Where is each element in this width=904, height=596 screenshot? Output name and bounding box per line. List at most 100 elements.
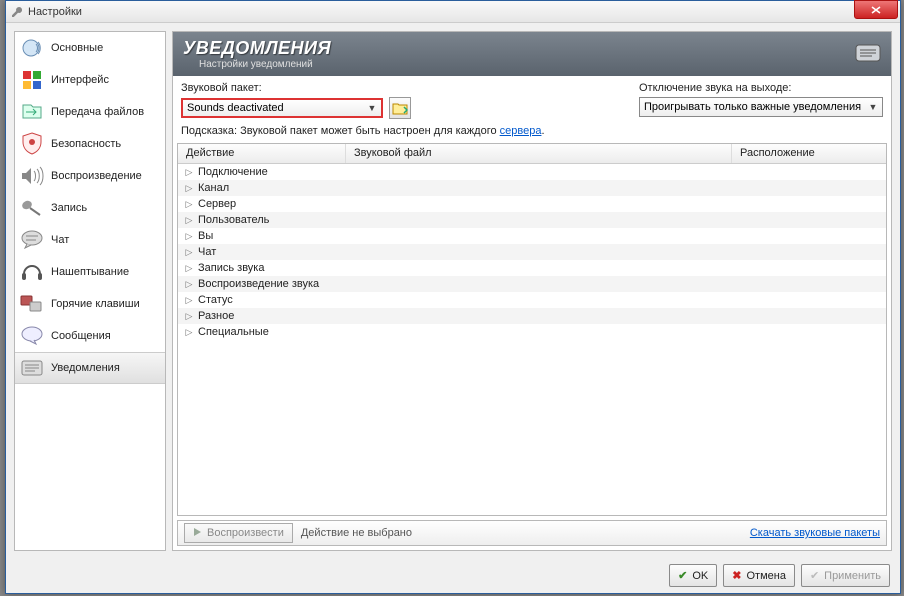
microphone-icon xyxy=(19,195,45,221)
transfer-icon xyxy=(19,99,45,125)
table-header: Действие Звуковой файл Расположение xyxy=(178,144,886,164)
sidebar-item-capture[interactable]: Запись xyxy=(15,192,165,224)
col-action[interactable]: Действие xyxy=(178,144,346,163)
play-label: Воспроизвести xyxy=(207,527,284,539)
sidebar-item-messages[interactable]: Сообщения xyxy=(15,320,165,352)
no-action-text: Действие не выбрано xyxy=(301,527,412,539)
sidebar-item-label: Интерфейс xyxy=(51,74,109,86)
table-row[interactable]: ▷ Подключение xyxy=(178,164,886,180)
expand-icon[interactable]: ▷ xyxy=(184,231,194,241)
expand-icon[interactable]: ▷ xyxy=(184,215,194,225)
expand-icon[interactable]: ▷ xyxy=(184,183,194,193)
row-label: Чат xyxy=(198,246,216,258)
play-icon xyxy=(193,527,203,540)
chevron-down-icon: ▼ xyxy=(365,103,379,113)
sidebar-item-label: Безопасность xyxy=(51,138,121,150)
table-row[interactable]: ▷ Вы xyxy=(178,228,886,244)
table-row[interactable]: ▷ Статус xyxy=(178,292,886,308)
table-row[interactable]: ▷ Канал xyxy=(178,180,886,196)
sidebar-item-label: Запись xyxy=(51,202,87,214)
message-bubble-icon xyxy=(19,323,45,349)
table-row[interactable]: ▷Пользователь xyxy=(178,212,886,228)
ok-button[interactable]: ✔OK xyxy=(669,564,717,587)
shield-icon xyxy=(19,131,45,157)
table-row[interactable]: ▷ Специальные xyxy=(178,324,886,340)
check-icon: ✔ xyxy=(810,569,819,582)
sound-pack-label: Звуковой пакет: xyxy=(181,82,411,94)
dialog-buttons: ✔OK ✖Отмена ✔Применить xyxy=(669,564,890,587)
hotkeys-icon xyxy=(19,291,45,317)
cross-icon: ✖ xyxy=(732,569,741,582)
notification-header-icon xyxy=(855,44,881,64)
row-label: Запись звука xyxy=(198,262,264,274)
col-file[interactable]: Звуковой файл xyxy=(346,144,732,163)
open-sound-folder-button[interactable] xyxy=(389,97,411,119)
sidebar-item-whisper[interactable]: Нашептывание xyxy=(15,256,165,288)
headset-icon xyxy=(19,259,45,285)
row-label: Специальные xyxy=(198,326,269,338)
col-location[interactable]: Расположение xyxy=(732,144,886,163)
table-row[interactable]: ▷ Разное xyxy=(178,308,886,324)
table-row[interactable]: ▷ Чат xyxy=(178,244,886,260)
sidebar-item-general[interactable]: Основные xyxy=(15,32,165,64)
sidebar-item-label: Сообщения xyxy=(51,330,111,342)
sidebar-item-label: Чат xyxy=(51,234,69,246)
sound-pack-value: Sounds deactivated xyxy=(187,102,284,114)
sidebar-item-interface[interactable]: Интерфейс xyxy=(15,64,165,96)
window-title: Настройки xyxy=(28,6,82,18)
expand-icon[interactable]: ▷ xyxy=(184,279,194,289)
mute-on-exit-combo[interactable]: Проигрывать только важные уведомления ▼ xyxy=(639,97,883,117)
sidebar-item-hotkeys[interactable]: Горячие клавиши xyxy=(15,288,165,320)
speaker-icon xyxy=(19,163,45,189)
play-button[interactable]: Воспроизвести xyxy=(184,523,293,543)
hint-text: Подсказка: Звуковой пакет может быть нас… xyxy=(173,123,891,143)
page-subtitle: Настройки уведомлений xyxy=(199,59,331,70)
actions-table: Действие Звуковой файл Расположение ▷ Под… xyxy=(177,143,887,516)
expand-icon[interactable]: ▷ xyxy=(184,327,194,337)
chat-bubble-icon xyxy=(19,227,45,253)
sidebar-item-security[interactable]: Безопасность xyxy=(15,128,165,160)
sound-pack-combo[interactable]: Sounds deactivated ▼ xyxy=(181,98,383,118)
sidebar-item-notifications[interactable]: Уведомления xyxy=(15,352,165,384)
sidebar-item-filetransfer[interactable]: Передача файлов xyxy=(15,96,165,128)
apply-button[interactable]: ✔Применить xyxy=(801,564,890,587)
titlebar[interactable]: Настройки xyxy=(6,1,900,23)
mute-on-exit-value: Проигрывать только важные уведомления xyxy=(644,101,861,113)
expand-icon[interactable]: ▷ xyxy=(184,199,194,209)
page-title: УВЕДОМЛЕНИЯ xyxy=(183,38,331,59)
chevron-down-icon: ▼ xyxy=(866,102,880,112)
close-button[interactable] xyxy=(854,0,898,19)
table-row[interactable]: ▷ Запись звука xyxy=(178,260,886,276)
download-packs-link[interactable]: Скачать звуковые пакеты xyxy=(750,527,880,539)
notification-lines-icon xyxy=(19,355,45,381)
expand-icon[interactable]: ▷ xyxy=(184,311,194,321)
expand-icon[interactable]: ▷ xyxy=(184,247,194,257)
expand-icon[interactable]: ▷ xyxy=(184,263,194,273)
settings-window: Настройки Основные Интерфейс Передача фа… xyxy=(5,0,901,594)
row-label: Канал xyxy=(198,182,229,194)
expand-icon[interactable]: ▷ xyxy=(184,295,194,305)
row-label: Статус xyxy=(198,294,233,306)
sidebar-item-label: Горячие клавиши xyxy=(51,298,140,310)
cancel-button[interactable]: ✖Отмена xyxy=(723,564,795,587)
table-row[interactable]: ▷Воспроизведение звука xyxy=(178,276,886,292)
row-label: Разное xyxy=(198,310,234,322)
globe-speaker-icon xyxy=(19,35,45,61)
wrench-icon xyxy=(10,5,24,19)
sidebar-item-label: Воспроизведение xyxy=(51,170,142,182)
sidebar-item-label: Передача файлов xyxy=(51,106,144,118)
sidebar-item-playback[interactable]: Воспроизведение xyxy=(15,160,165,192)
server-link[interactable]: сервера xyxy=(500,125,542,137)
sidebar-item-label: Уведомления xyxy=(51,362,120,374)
controls-row: Звуковой пакет: Sounds deactivated ▼ xyxy=(173,76,891,123)
expand-icon[interactable]: ▷ xyxy=(184,167,194,177)
row-label: Вы xyxy=(198,230,213,242)
row-label: Сервер xyxy=(198,198,236,210)
table-row[interactable]: ▷ Сервер xyxy=(178,196,886,212)
bottom-bar: Воспроизвести Действие не выбрано Скачат… xyxy=(177,520,887,546)
sidebar: Основные Интерфейс Передача файлов Безоп… xyxy=(14,31,166,551)
row-label: Подключение xyxy=(198,166,268,178)
window-body: Основные Интерфейс Передача файлов Безоп… xyxy=(6,23,900,593)
sidebar-item-label: Нашептывание xyxy=(51,266,129,278)
sidebar-item-chat[interactable]: Чат xyxy=(15,224,165,256)
